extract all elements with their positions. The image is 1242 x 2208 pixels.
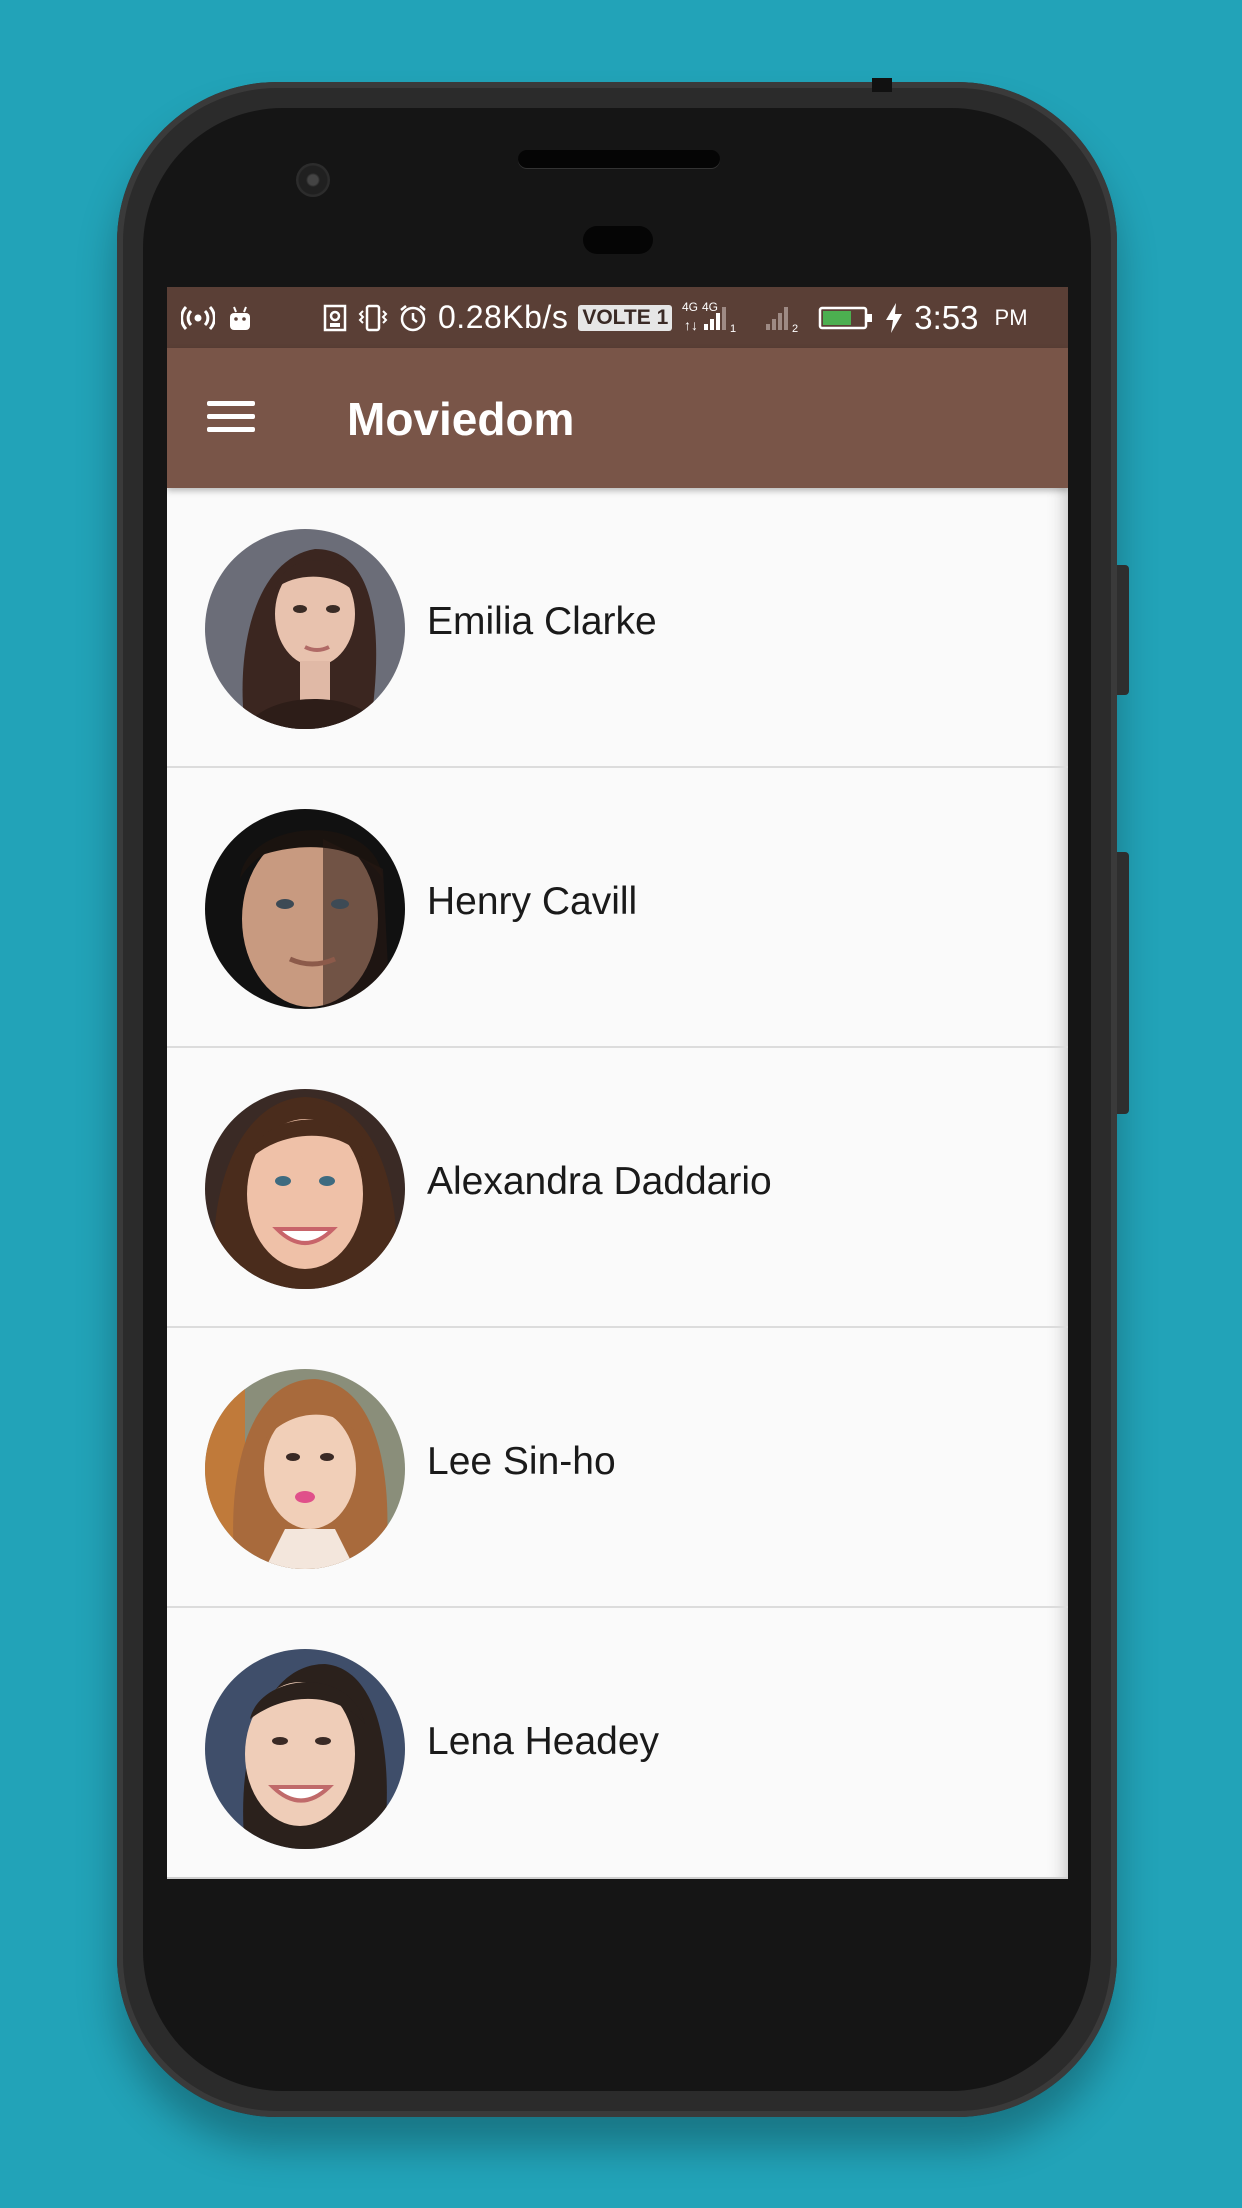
status-bar: 0.28Kb/s VOLTE 1 4G 4G 1 ↑↓ 2 3:53 PM [167, 287, 1068, 348]
signal-sim2-icon: 2 [762, 300, 808, 336]
clock: 3:53 [914, 298, 979, 336]
phone-screen: 0.28Kb/s VOLTE 1 4G 4G 1 ↑↓ 2 3:53 PM Mo… [167, 287, 1068, 1879]
network-speed: 0.28Kb/s [438, 299, 569, 335]
nfc-icon [322, 303, 348, 333]
list-divider [167, 1877, 1068, 1879]
clock-ampm: PM [994, 304, 1028, 330]
volte-badge: VOLTE 1 [578, 304, 673, 331]
svg-text:↑↓: ↑↓ [684, 317, 698, 333]
list-item[interactable]: Alexandra Daddario [167, 1048, 1068, 1328]
person-name: Lee Sin-ho [427, 1440, 616, 1483]
person-name: Henry Cavill [427, 880, 638, 923]
app-title: Moviedom [347, 393, 575, 445]
charging-icon [884, 302, 904, 334]
people-list[interactable]: Emilia Clarke Henry Cavill Alexandra Dad… [167, 488, 1068, 1879]
proximity-sensor [583, 226, 653, 254]
list-item[interactable]: Emilia Clarke [167, 488, 1068, 768]
photo-avatar [205, 1089, 405, 1289]
photo-avatar [205, 809, 405, 1009]
power-button [1117, 565, 1129, 695]
earpiece-speaker [518, 150, 720, 168]
android-notification-icon [227, 304, 253, 332]
photo-avatar [205, 1649, 405, 1849]
svg-text:1: 1 [730, 323, 736, 335]
alarm-icon [398, 303, 428, 333]
svg-text:4G: 4G [702, 300, 718, 314]
app-bar: Moviedom [167, 348, 1068, 488]
svg-text:4G: 4G [682, 300, 698, 314]
photo-avatar [205, 529, 405, 729]
front-camera [296, 163, 330, 197]
hotspot-icon [181, 305, 215, 331]
person-name: Lena Headey [427, 1720, 660, 1763]
list-item[interactable]: Lee Sin-ho [167, 1328, 1068, 1608]
photo-avatar [205, 1369, 405, 1569]
vibrate-icon [358, 303, 388, 333]
list-item[interactable]: Henry Cavill [167, 768, 1068, 1048]
volume-button [1117, 852, 1129, 1114]
hamburger-menu-icon[interactable] [207, 398, 257, 436]
list-item[interactable]: Lena Headey [167, 1608, 1068, 1879]
battery-icon [818, 305, 874, 331]
person-name: Alexandra Daddario [427, 1160, 772, 1203]
phone-top-detail [872, 78, 892, 92]
svg-text:2: 2 [792, 323, 798, 335]
signal-icon: 4G 4G 1 ↑↓ [682, 300, 752, 336]
person-name: Emilia Clarke [427, 600, 657, 643]
